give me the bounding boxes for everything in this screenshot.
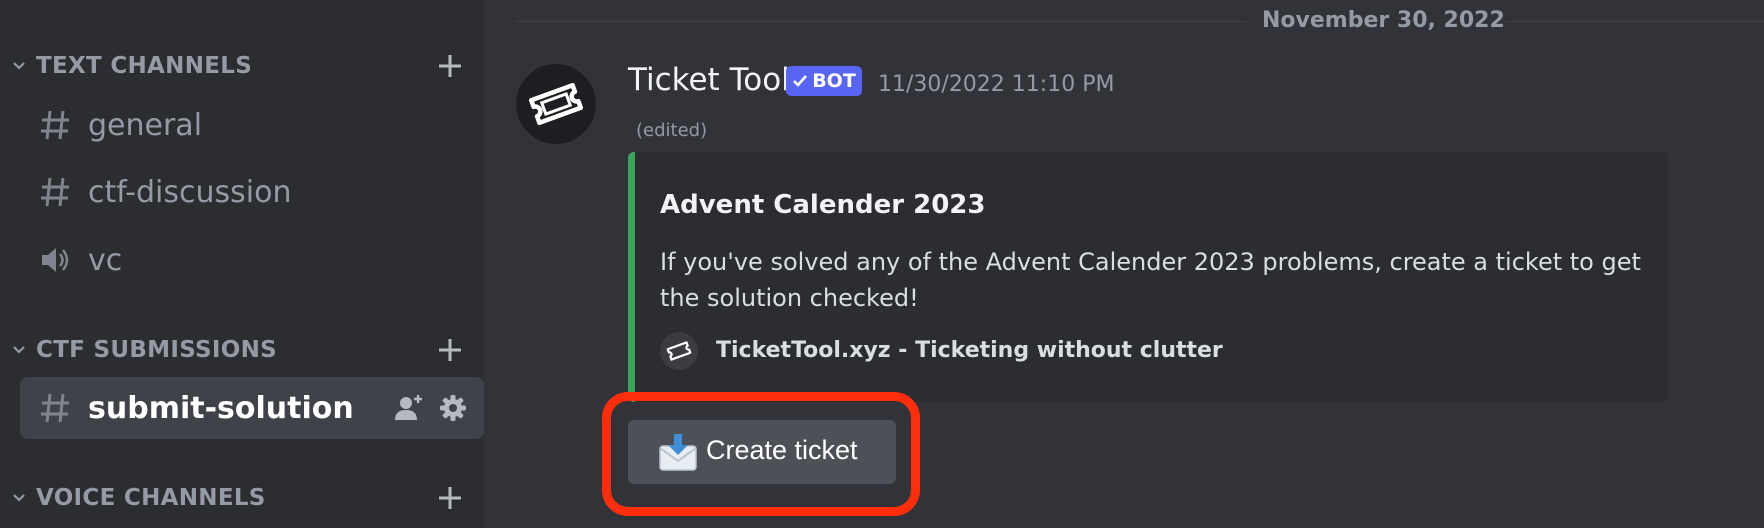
category-voice-channels[interactable]: VOICE CHANNELS: [0, 478, 484, 518]
hash-icon: [41, 393, 69, 423]
hash-icon: [41, 177, 69, 207]
date-divider-line: [516, 21, 1246, 22]
checkmark-icon: [793, 75, 808, 87]
message-timestamp[interactable]: 11/30/2022 11:10 PM: [878, 72, 1114, 97]
chevron-down-icon: [13, 494, 25, 502]
add-channel-icon[interactable]: [436, 336, 464, 364]
message-embed: Advent Calender 2023 If you've solved an…: [628, 152, 1668, 402]
category-label: CTF SUBMISSIONS: [36, 337, 278, 363]
category-ctf-submissions[interactable]: CTF SUBMISSIONS: [0, 330, 484, 370]
create-ticket-button[interactable]: Create ticket: [628, 420, 896, 484]
chevron-down-icon: [13, 62, 25, 70]
category-text-channels[interactable]: TEXT CHANNELS: [0, 46, 484, 86]
channel-name: ctf-discussion: [88, 174, 292, 210]
invite-member-icon[interactable]: [394, 393, 424, 423]
envelope-download-icon: [659, 434, 697, 471]
category-label: VOICE CHANNELS: [36, 485, 266, 511]
bot-tag: BOT: [786, 66, 862, 96]
chevron-down-icon: [13, 346, 25, 354]
embed-description: If you've solved any of the Advent Calen…: [660, 248, 1641, 312]
bot-tag-label: BOT: [812, 70, 856, 92]
ticket-icon: [528, 82, 584, 126]
gear-icon[interactable]: [438, 393, 468, 423]
create-ticket-label: Create ticket: [706, 435, 858, 465]
channel-name: submit-solution: [88, 390, 354, 426]
category-label: TEXT CHANNELS: [36, 53, 253, 79]
add-channel-icon[interactable]: [436, 484, 464, 512]
embed-footer-text: TicketTool.xyz - Ticketing without clutt…: [716, 338, 1223, 363]
avatar[interactable]: [516, 64, 596, 144]
add-channel-icon[interactable]: [436, 52, 464, 80]
embed-footer-icon: [660, 332, 698, 370]
edited-label: (edited): [636, 120, 708, 141]
channel-ctf-discussion[interactable]: ctf-discussion: [20, 161, 484, 223]
channel-sidebar: TEXT CHANNELS general ctf-discussion vc …: [0, 0, 484, 528]
date-divider: November 30, 2022: [1262, 8, 1505, 33]
channel-general[interactable]: general: [20, 94, 484, 156]
channel-submit-solution[interactable]: submit-solution: [20, 377, 484, 439]
date-divider-line: [1506, 21, 1764, 22]
message-author[interactable]: Ticket Tool: [628, 62, 790, 98]
channel-name: vc: [88, 242, 123, 278]
hash-icon: [41, 110, 69, 140]
channel-name: general: [88, 107, 203, 143]
speaker-icon: [42, 248, 69, 272]
channel-vc[interactable]: vc: [20, 229, 484, 291]
embed-title: Advent Calender 2023: [660, 190, 986, 220]
embed-accent-bar: [628, 152, 635, 402]
ticket-icon: [666, 341, 692, 361]
